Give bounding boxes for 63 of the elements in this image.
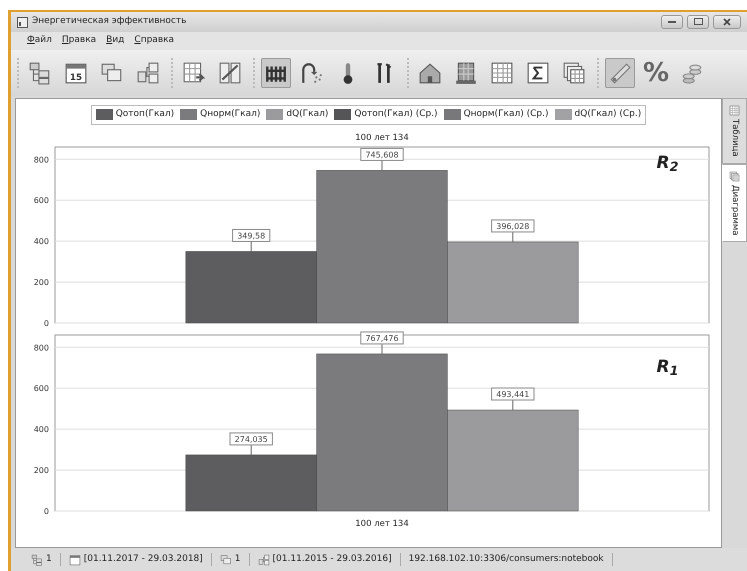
- axis-tick-label: 800: [33, 342, 48, 352]
- menu-item[interactable]: Файл: [27, 34, 52, 48]
- chart-annotation: R$_{2}$: [656, 152, 678, 176]
- category-label: 100 лет 134: [354, 518, 408, 528]
- table-icon: [729, 105, 740, 116]
- value-label: 493,441: [490, 387, 534, 410]
- menu-item[interactable]: Справка: [134, 34, 174, 48]
- value-label: 745,608: [360, 147, 404, 170]
- maximize-button[interactable]: [687, 15, 709, 29]
- house-icon: [418, 61, 442, 85]
- status-text: 1: [46, 552, 52, 566]
- building-icon: [454, 61, 478, 85]
- shower-icon: [300, 61, 324, 85]
- status-text: [01.11.2015 - 29.03.2016]: [272, 552, 392, 566]
- percent-button[interactable]: %: [641, 58, 671, 88]
- legend-label: dQ(Гкал): [286, 108, 328, 121]
- maximize-icon: [694, 18, 702, 26]
- axis-tick-label: 400: [33, 236, 48, 246]
- sum-icon: [526, 61, 550, 85]
- tables-icon: [729, 170, 740, 182]
- axis-tick-label: 600: [33, 196, 48, 205]
- tree-icon: [31, 554, 43, 566]
- side-tab[interactable]: Таблица: [722, 98, 747, 164]
- window-title: Энергетическая эффективность: [32, 15, 188, 28]
- status-text: [01.11.2017 - 29.03.2018]: [84, 552, 203, 566]
- legend-label: Qотоп(Гкал): [116, 108, 174, 121]
- value-label: 396,028: [490, 218, 534, 242]
- axis-tick-label: 400: [33, 424, 48, 434]
- axis-tick-label: 200: [33, 466, 48, 475]
- legend-label: Qнорм(Гкал): [200, 108, 260, 121]
- value-label: 274,035: [229, 432, 272, 455]
- value-label: 349,58: [232, 228, 270, 252]
- axis-tick-label: 800: [33, 154, 48, 164]
- axis-tick-label: 0: [43, 318, 48, 328]
- minimize-button[interactable]: [661, 15, 683, 29]
- close-button[interactable]: [713, 15, 741, 29]
- status-text: 192.168.102.10:3306/consumers:notebook: [408, 552, 604, 566]
- tables-icon: [562, 61, 586, 85]
- axis-tick-label: 0: [43, 506, 48, 516]
- axis-tick-label: 600: [33, 384, 48, 393]
- side-tab[interactable]: Диаграмма: [722, 164, 747, 242]
- split-table-icon: [218, 61, 242, 85]
- close-icon: [723, 18, 731, 26]
- legend-label: Qнорм(Гкал) (Ср.): [464, 108, 549, 121]
- legend-label: dQ(Гкал) (Ср.): [574, 108, 642, 121]
- menu-item[interactable]: Правка: [62, 34, 96, 48]
- category-label: 100 лет 134: [354, 132, 408, 142]
- value-label: 767,476: [360, 330, 404, 354]
- tree-icon: [136, 61, 160, 85]
- table-export-icon: [182, 61, 206, 85]
- axis-tick-label: 200: [33, 278, 48, 287]
- menu-item[interactable]: Вид: [106, 34, 124, 48]
- toolbar-button[interactable]: [261, 58, 291, 88]
- app-icon: [17, 16, 28, 28]
- legend-label: Qотоп(Гкал) (Ср.): [354, 108, 438, 121]
- calendar-icon: [68, 554, 81, 566]
- table-icon: [490, 61, 514, 85]
- tree-icon: [28, 61, 52, 85]
- chart-annotation: R$_{1}$: [656, 356, 678, 380]
- ruler-icon: [608, 61, 632, 85]
- status-text: 1: [234, 552, 241, 566]
- tree-icon: [258, 554, 270, 566]
- documents-icon: [220, 554, 232, 566]
